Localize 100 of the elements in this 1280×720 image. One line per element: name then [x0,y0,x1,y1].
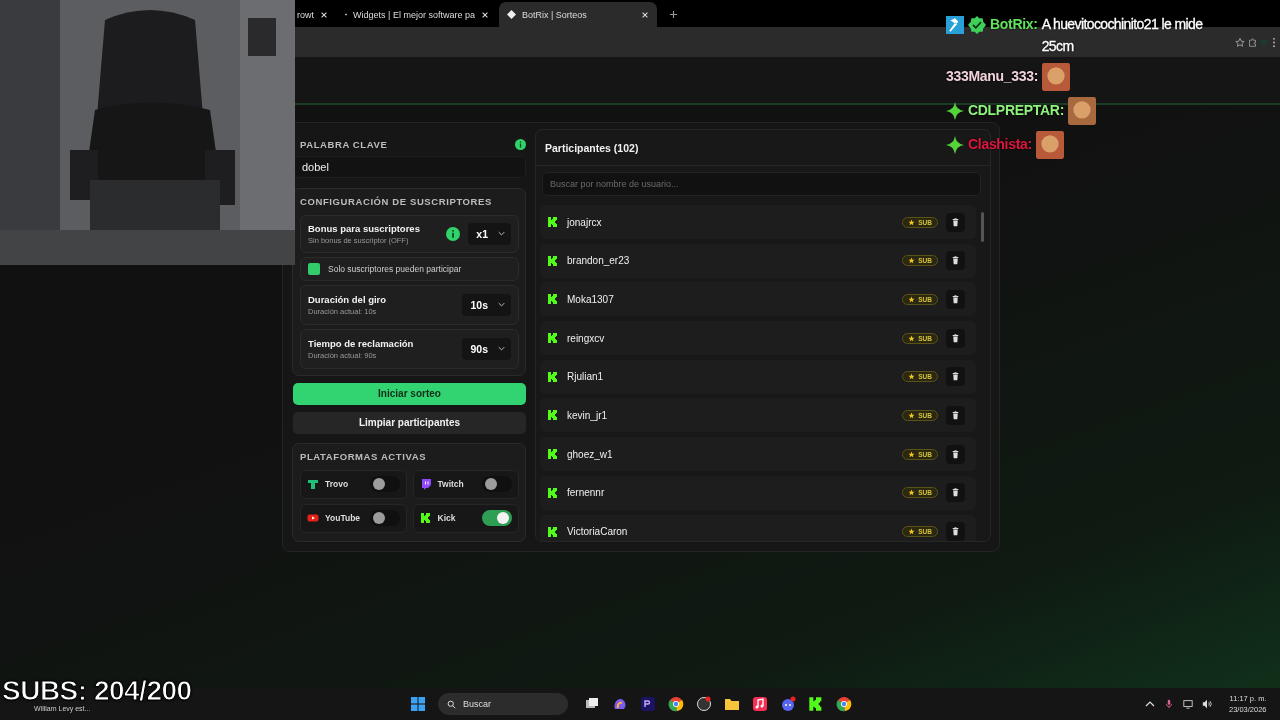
username: jonajrcx [567,216,603,228]
star-icon[interactable] [1235,37,1245,48]
star-icon [908,489,916,497]
kick-icon [547,332,559,345]
trash-icon [952,372,959,382]
star-icon [908,257,916,265]
chrome-icon[interactable] [668,696,684,712]
star-icon [908,528,916,535]
trash-icon [952,527,959,536]
username: reingxcv [567,332,606,344]
duration-select[interactable]: 10s [462,293,511,316]
panel-title: Participantes (102) [545,141,639,154]
speaker-icon[interactable] [1202,699,1212,709]
clear-button[interactable]: Limpiar participantes [293,411,526,434]
browser-tab[interactable]: Widgets | El mejor software pa [337,2,497,27]
duration-select[interactable]: 90s [462,337,511,360]
start-button[interactable]: Iniciar sorteo [293,382,526,405]
taskbar-search[interactable]: Buscar [438,693,568,715]
kick-icon [547,216,559,228]
trash-icon [952,449,959,459]
obs-icon[interactable] [696,696,712,712]
hammer-icon [946,16,964,35]
trash-icon [952,256,959,266]
copilot-icon[interactable] [612,696,628,712]
username: brandon_er23 [567,255,631,267]
delete-button[interactable] [946,483,965,503]
emote-icon [1035,131,1064,159]
caret-icon[interactable] [1145,699,1155,709]
username: kevin_jr1 [567,409,609,421]
discord-icon[interactable] [780,696,796,712]
windows-icon[interactable] [410,696,426,712]
music-icon[interactable] [752,696,768,712]
checkbox[interactable] [308,262,320,275]
delete-button[interactable] [946,212,965,232]
delete-button[interactable] [946,444,965,464]
kick-icon [419,512,432,525]
chat-username: 333Manu_333: [946,67,1039,84]
username: fernennr [567,487,606,499]
trovo-icon [307,478,319,491]
subs-counter: SUBS: 204/200 [2,679,192,703]
delete-button[interactable] [946,328,965,348]
chat-username: Clashista: [968,135,1032,152]
delete-button[interactable] [946,522,965,541]
chevron-icon [498,346,505,352]
star-icon [908,295,916,303]
chat-username: CDLPREPTAR: [968,101,1064,118]
toggle-switch[interactable] [482,476,512,493]
platform-name: Trovo [325,479,350,490]
plus-icon[interactable] [669,10,678,19]
kick-icon [547,370,559,383]
checkbox-row[interactable]: Solo suscriptores pueden participar [300,256,519,281]
search-field[interactable]: Buscar por nombre de usuario... [542,172,981,196]
kick-icon [547,409,559,422]
puzzle-icon[interactable] [1248,37,1257,48]
verified-icon [968,16,986,35]
chevron-icon [498,302,505,308]
star-icon [908,373,916,381]
premiere-icon[interactable] [640,696,656,712]
checkbox-label: Solo suscriptores pueden participar [328,263,462,274]
keyword-field[interactable]: dobel [294,156,526,178]
sparkle-icon [946,102,964,120]
browser-tab[interactable]: BotRix | Sorteos [499,2,657,27]
username: Rjulian1 [567,371,605,383]
username: ghoez_w1 [567,448,614,460]
browser-tab[interactable]: rowt [297,2,335,27]
setting-label: Bonus para suscriptores [308,222,421,234]
sparkle-icon [946,136,964,154]
emote-icon [1042,63,1071,91]
delete-button[interactable] [946,289,965,309]
chat-username: BotRix: [990,16,1038,32]
close-icon[interactable] [481,10,489,19]
close-icon[interactable] [641,10,649,19]
platform-name: Twitch [437,479,465,490]
toggle-switch[interactable] [482,510,512,527]
setting-label: Duración del giro [308,293,388,305]
setting-label: Tiempo de reclamación [308,337,415,349]
kick-icon[interactable] [808,696,824,712]
microphone-icon[interactable] [1164,699,1174,709]
star-icon [908,411,916,419]
delete-button[interactable] [946,405,965,425]
info-icon[interactable] [515,138,526,150]
kick-icon [547,486,559,499]
kick-icon [547,448,559,461]
delete-button[interactable] [946,367,965,387]
folder-icon[interactable] [724,696,740,712]
bonus-select[interactable]: x1 [468,222,511,245]
menu-icon[interactable] [1272,37,1276,48]
trash-icon [952,294,959,304]
delete-button[interactable] [946,251,965,271]
monitor-icon[interactable] [1183,699,1193,709]
search-icon [447,699,456,709]
star-icon [908,334,916,342]
kick-icon [547,254,559,267]
toggle-switch[interactable] [369,476,400,493]
kick-icon [547,525,559,538]
chrome-icon[interactable] [836,696,852,712]
toggle-switch[interactable] [369,510,400,527]
info-icon[interactable] [446,226,461,241]
star-icon [908,450,916,458]
close-icon[interactable] [320,10,328,19]
